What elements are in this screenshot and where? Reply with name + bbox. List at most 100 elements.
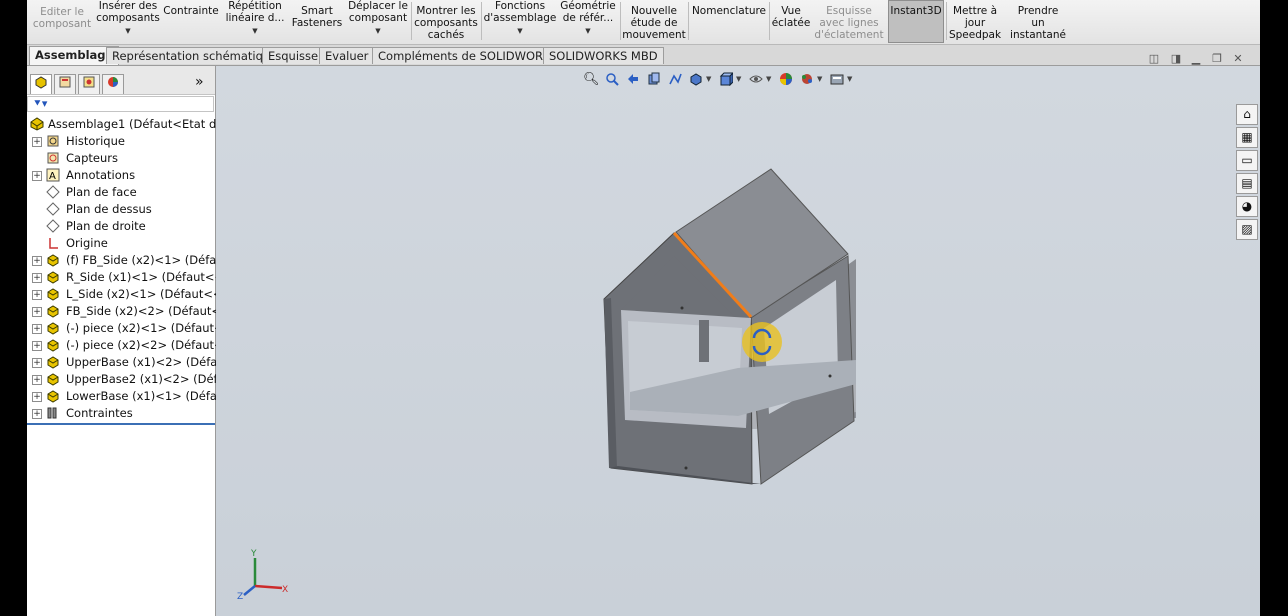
part-icon [46,287,60,301]
linear-pattern-button[interactable]: Répétition linéaire d... ▼ [223,0,287,43]
expand-icon[interactable]: + [32,409,42,419]
dropdown-arrow-icon[interactable]: ▼ [125,25,130,37]
view-palette-icon[interactable]: ▤ [1236,173,1258,194]
tree-item-label: Plan de dessus [66,202,152,216]
tab-complements-solidworks[interactable]: Compléments de SOLIDWORKS [372,47,564,64]
tree-item[interactable]: + UpperBase2 (x1)<2> (Défaut< [27,371,246,388]
annotation-icon: A [46,168,60,182]
expand-icon[interactable]: + [32,307,42,317]
assembly-icon [30,117,44,131]
explode-line-sketch-label-1: Esquisse [826,5,872,17]
expand-icon[interactable]: + [32,256,42,266]
explode-line-sketch-button[interactable]: Esquisse avec lignes d'éclatement [813,0,885,43]
tree-item[interactable]: + (f) FB_Side (x2)<1> (Défaut<< [27,252,247,269]
ribbon-separator [688,2,689,40]
expand-icon[interactable]: + [32,375,42,385]
part-icon [46,321,60,335]
new-motion-study-label-1: Nouvelle [631,5,677,17]
part-icon [46,338,60,352]
expand-icon[interactable]: + [32,137,42,147]
update-speedpak-label-1: Mettre à [952,5,998,17]
tree-item[interactable]: Origine [27,235,215,252]
tree-item[interactable]: + (-) piece (x2)<2> (Défaut<<De [27,337,249,354]
bill-of-materials-label: Nomenclature [691,5,767,17]
expand-icon[interactable]: + [32,273,42,283]
dropdown-arrow-icon[interactable]: ▼ [517,25,522,37]
ribbon-separator [411,2,412,40]
mate-button[interactable]: Contrainte [161,0,221,43]
mates-icon [46,406,60,420]
tree-item[interactable]: + (-) piece (x2)<1> (Défaut<<De [27,320,249,337]
dropdown-arrow-icon[interactable]: ▼ [585,25,590,37]
tree-item-label: Annotations [66,168,136,182]
exploded-view-button[interactable]: Vue éclatée [771,0,811,43]
expand-icon[interactable]: + [32,392,42,402]
restore-icon[interactable]: ❐ [1210,52,1224,66]
update-speedpak-button[interactable]: Mettre à jour Speedpak [949,0,1001,43]
expand-icon[interactable]: + [32,324,42,334]
configuration-manager-tab-icon[interactable] [78,74,100,94]
graphics-area[interactable]: 🔍︎ ▼ ▼ ▼ ▼ ▼ Y X Z ⌂ ▦ ▭ ▤ ◕ ▨ [216,66,1260,616]
part-icon [46,372,60,386]
tree-item[interactable]: + Contraintes [27,405,215,422]
bill-of-materials-button[interactable]: Nomenclature [691,0,767,43]
tab-evaluer[interactable]: Evaluer [319,47,375,64]
close-icon[interactable]: ✕ [1231,52,1245,66]
part-icon [46,270,60,284]
tree-item[interactable]: + Historique [27,133,215,150]
instant3d-button[interactable]: Instant3D [888,0,944,43]
appearances-icon[interactable]: ◕ [1236,196,1258,217]
exploded-view-label-2: éclatée [771,17,811,29]
filter-dropdown-icon[interactable]: ▾ [42,97,48,110]
reference-geometry-button[interactable]: Géométrie de référ... ▼ [558,0,618,43]
expand-panel-chevron-icon[interactable]: » [195,74,204,90]
assembly-features-button[interactable]: Fonctions d'assemblage ▼ [484,0,557,43]
tab-solidworks-mbd[interactable]: SOLIDWORKS MBD [543,47,664,64]
tree-item[interactable]: + UpperBase (x1)<2> (Défaut<< [27,354,248,371]
dropdown-arrow-icon[interactable]: ▼ [252,25,257,37]
file-explorer-icon[interactable]: ▭ [1236,150,1258,171]
tree-item[interactable]: + A Annotations [27,167,215,184]
assembly-model-view[interactable]: Y X Z [216,66,1260,616]
expand-panel-icon[interactable]: ◨ [1169,52,1183,66]
tree-item[interactable]: Plan de face [27,184,215,201]
show-hidden-components-button[interactable]: Montrer les composants cachés [413,0,479,43]
property-manager-tab-icon[interactable] [54,74,76,94]
expand-icon[interactable]: + [32,341,42,351]
tree-item[interactable]: + LowerBase (x1)<1> (Défaut<< [27,388,248,405]
expand-icon[interactable]: + [32,290,42,300]
dropdown-arrow-icon[interactable]: ▼ [375,25,380,37]
smart-fasteners-button[interactable]: Smart Fasteners [289,0,345,43]
tree-item[interactable]: Plan de dessus [27,201,215,218]
tree-root-assembly[interactable]: Assemblage1 (Défaut<Etat d'affic [27,116,244,133]
tree-filter-field[interactable]: ⯆▾ [27,96,214,112]
tree-item[interactable]: + L_Side (x2)<1> (Défaut<<Défa [27,286,250,303]
tab-esquisse[interactable]: Esquisse [262,47,325,64]
explode-line-sketch-label-2: avec lignes [819,17,879,29]
new-motion-study-button[interactable]: Nouvelle étude de mouvement [622,0,686,43]
command-manager-ribbon: Editer le composant Insérer des composan… [27,0,1260,45]
insert-components-button[interactable]: Insérer des composants ▼ [96,0,160,43]
feature-manager-tree: » ⯆▾ Assemblage1 (Défaut<Etat d'affic + H… [27,66,251,616]
take-snapshot-button[interactable]: Prendre un instantané [1007,0,1069,43]
collapse-panel-icon[interactable]: ◫ [1147,52,1161,66]
new-motion-study-label-3: mouvement [622,29,686,41]
tree-item[interactable]: Plan de droite [27,218,215,235]
expand-icon[interactable]: + [32,171,42,181]
solidworks-resources-icon[interactable]: ⌂ [1236,104,1258,125]
custom-properties-icon[interactable]: ▨ [1236,219,1258,240]
display-manager-tab-icon[interactable] [102,74,124,94]
tab-representation-schematique[interactable]: Représentation schématique [106,47,284,64]
tree-item[interactable]: + FB_Side (x2)<2> (Défaut<<Dé [27,303,247,320]
minimize-icon[interactable]: ▁ [1189,52,1203,66]
tree-item[interactable]: + R_Side (x1)<1> (Défaut<<Défa [27,269,251,286]
tree-item-label: Plan de droite [66,219,146,233]
feature-manager-tab-icon[interactable] [30,74,52,94]
tree-item[interactable]: Capteurs [27,150,215,167]
ribbon-separator [481,2,482,40]
filter-icon[interactable]: ⯆ [33,97,42,110]
edit-component-button[interactable]: Editer le composant [27,0,97,43]
move-component-button[interactable]: Déplacer le composant ▼ [347,0,409,43]
design-library-icon[interactable]: ▦ [1236,127,1258,148]
expand-icon[interactable]: + [32,358,42,368]
